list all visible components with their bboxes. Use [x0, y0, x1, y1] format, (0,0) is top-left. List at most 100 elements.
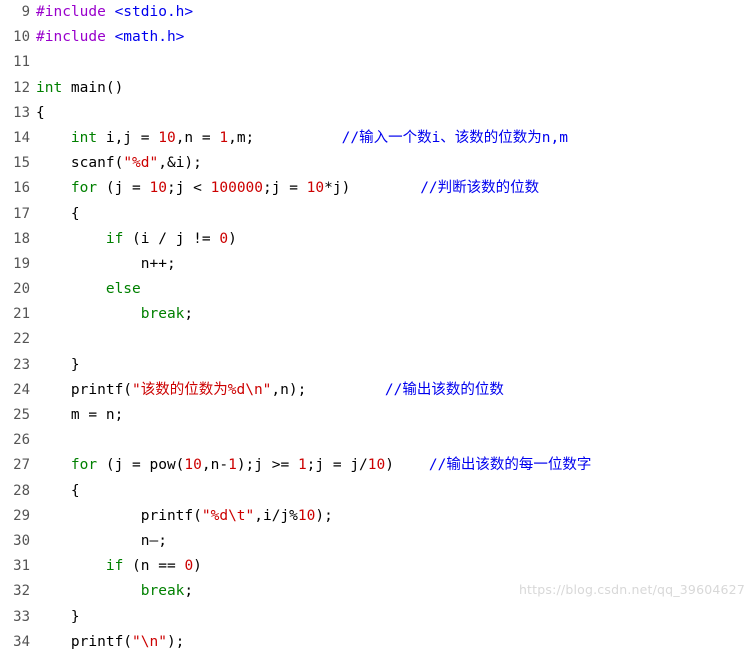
code-line: 27 for (j = pow(10,n-1);j >= 1;j = j/10)…: [0, 453, 751, 478]
code-token-plain: *: [324, 180, 333, 197]
code-token-num: 0: [219, 230, 229, 247]
code-token-plain: ;j =: [263, 180, 307, 197]
code-token-kw: for: [70, 180, 106, 197]
code-line-text: printf("%d\t",i/j%10);: [36, 504, 333, 529]
code-token-plain: i,j =: [105, 129, 159, 146]
code-line: 31 if (n == 0): [0, 554, 751, 579]
code-line-text: }: [36, 353, 80, 378]
code-token-kw: if: [105, 230, 133, 247]
code-token-plain: );j >=: [236, 457, 298, 474]
code-token-str: "%d": [123, 155, 159, 172]
code-line: 15 scanf("%d",&i);: [0, 151, 751, 176]
code-token-kw: else: [105, 281, 141, 298]
code-token-plain: n—;: [36, 532, 167, 549]
code-token-plain: }: [36, 356, 80, 373]
code-token-kw: int: [70, 129, 106, 146]
code-line: 23 }: [0, 353, 751, 378]
line-number: 26: [13, 432, 30, 449]
code-line: 20 else: [0, 277, 751, 302]
code-token-plain: ,&i);: [158, 155, 202, 172]
code-line-text: if (i / j != 0): [36, 227, 237, 252]
code-token-plain: ,i/j%: [254, 507, 298, 524]
code-line: 34 printf("\n");: [0, 630, 751, 655]
code-token-plain: (i / j !=: [132, 230, 220, 247]
code-token-plain: {: [36, 205, 80, 222]
line-number: 20: [13, 281, 30, 298]
code-line: 12 int main(): [0, 76, 751, 101]
code-line: 26: [0, 428, 751, 453]
line-number: 34: [13, 633, 30, 650]
code-token-num: 10: [297, 507, 316, 524]
code-line-text: #include <stdio.h>: [36, 0, 193, 25]
code-token-num: 10: [158, 129, 176, 146]
code-token-num: 1: [219, 129, 229, 146]
line-number: 12: [13, 79, 30, 96]
code-token-cmt: <math.h>: [114, 29, 185, 46]
line-number: 25: [13, 407, 30, 423]
code-line: 16 for (j = 10;j < 100000;j = 10*j) //判断…: [0, 176, 751, 201]
code-line: 30 n—;: [0, 529, 751, 554]
code-token-cmt: //输入一个数i、该数的位数为n,m: [341, 129, 568, 146]
code-line-text: n—;: [36, 529, 167, 554]
code-token-plain: {: [36, 482, 80, 499]
code-token-num: 10: [367, 457, 386, 474]
code-line: 9 #include <stdio.h>: [0, 0, 751, 25]
code-line: 33 }: [0, 605, 751, 630]
code-line: 25 m = n;: [0, 403, 751, 428]
code-token-cmt: //输出该数的位数: [384, 381, 504, 398]
code-line: 22: [0, 327, 751, 352]
line-number: 10: [13, 29, 30, 46]
code-token-kw: break: [140, 306, 185, 323]
code-token-str: "%d\t": [201, 507, 255, 524]
code-token-num: 0: [184, 558, 194, 575]
code-line-text: {: [36, 479, 80, 504]
line-number: 19: [13, 255, 30, 272]
code-token-plain: ): [385, 457, 394, 474]
code-token-plain: main(): [70, 79, 124, 96]
code-token-plain: printf(: [36, 507, 202, 524]
code-token-plain: ;j = j/: [306, 457, 368, 474]
code-token-num: 1: [228, 457, 237, 474]
code-token-plain: scanf(: [36, 155, 124, 172]
line-number: 9: [21, 4, 30, 20]
code-line-text: printf("该数的位数为%d\n",n); //输出该数的位数: [36, 378, 504, 403]
line-number: 29: [13, 507, 30, 524]
line-number: 21: [13, 306, 30, 323]
line-number: 31: [13, 558, 30, 575]
code-token-plain: (j =: [105, 180, 150, 197]
code-token-plain: printf(: [36, 381, 133, 398]
code-token-pre: #include: [36, 4, 115, 20]
code-token-num: 1: [297, 457, 307, 474]
code-line: 10 #include <math.h>: [0, 25, 751, 50]
code-listing: 9 #include <stdio.h> 10 #include <math.h> 11…: [0, 0, 751, 650]
code-line: 11: [0, 50, 751, 75]
code-token-plain: ;: [184, 306, 194, 323]
code-token-plain: }: [36, 608, 80, 625]
code-line: 21 break;: [0, 302, 751, 327]
line-number: 22: [13, 331, 30, 348]
code-token-plain: ,m;: [228, 129, 255, 146]
code-token-str: "\n": [132, 633, 167, 650]
code-token-plain: ): [193, 558, 202, 575]
code-token-kw: for: [70, 457, 106, 474]
code-line: 13 {: [0, 101, 751, 126]
code-token-plain: {: [36, 104, 45, 121]
code-token-plain: j): [332, 180, 351, 197]
code-line-text: scanf("%d",&i);: [36, 151, 202, 176]
code-line-text: break;: [36, 302, 193, 327]
code-token-plain: (n ==: [132, 558, 185, 575]
code-token-plain: ,n-: [201, 457, 229, 474]
code-line-text: for (j = 10;j < 100000;j = 10*j) //判断该数的…: [36, 176, 539, 201]
code-token-pre: #include: [36, 29, 115, 46]
code-token-plain: ;: [184, 583, 194, 600]
code-token-plain: n++;: [36, 255, 176, 272]
code-line-text: else: [36, 277, 141, 302]
line-number: 28: [13, 482, 30, 499]
code-token-kw: int: [36, 79, 71, 96]
